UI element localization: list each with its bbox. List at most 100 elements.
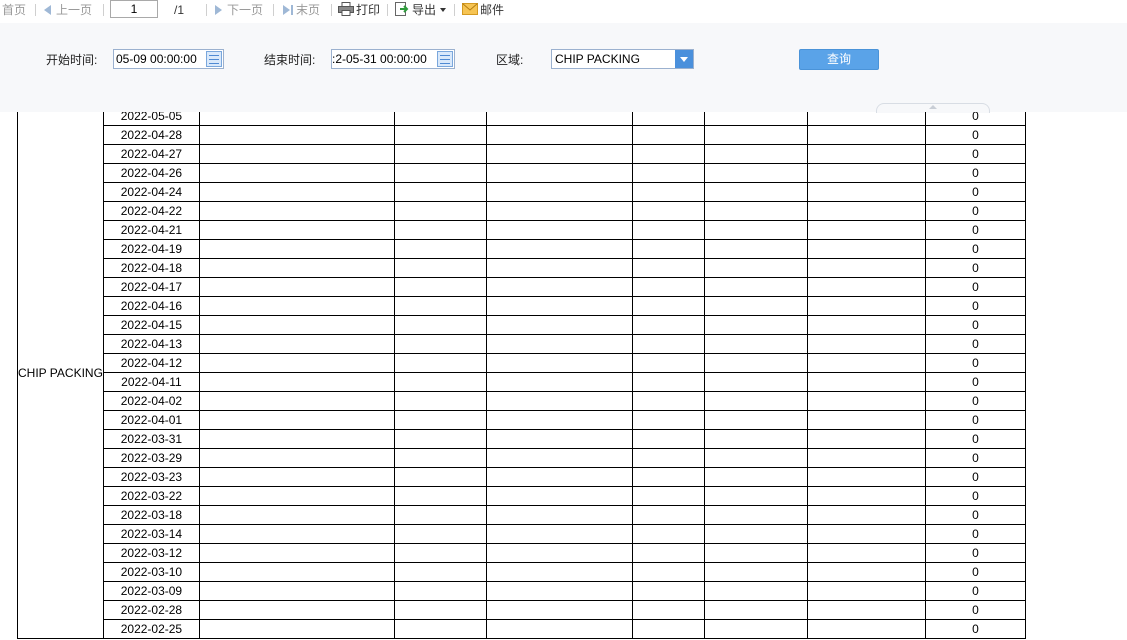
empty-cell — [806, 220, 926, 240]
calendar-icon[interactable] — [437, 51, 453, 67]
empty-cell — [703, 486, 808, 506]
empty-cell — [703, 448, 808, 468]
table-row: 2022-04-18 0 — [18, 258, 1026, 278]
export-button[interactable]: 导出 — [395, 0, 447, 20]
empty-cell — [198, 112, 395, 126]
empty-cell — [393, 239, 487, 259]
report-table-viewport[interactable]: CHIP PACKING 2022-05-05 0 2022-04-28 0 2022-0… — [0, 112, 1127, 640]
date-cell: 2022-02-28 — [102, 600, 200, 620]
empty-cell — [198, 296, 395, 316]
empty-cell — [806, 391, 926, 411]
empty-cell — [485, 112, 633, 126]
date-cell: 2022-04-24 — [102, 182, 200, 202]
empty-cell — [806, 581, 926, 601]
empty-cell — [393, 277, 487, 297]
table-row: 2022-04-01 0 — [18, 410, 1026, 430]
empty-cell — [198, 524, 395, 544]
empty-cell — [703, 524, 808, 544]
empty-cell — [631, 163, 705, 183]
empty-cell — [485, 125, 633, 145]
empty-cell — [806, 543, 926, 563]
date-cell: 2022-04-28 — [102, 125, 200, 145]
dropdown-arrow-icon[interactable] — [675, 50, 693, 68]
mail-button[interactable]: 邮件 — [462, 0, 504, 20]
empty-cell — [631, 315, 705, 335]
empty-cell — [198, 410, 395, 430]
empty-cell — [631, 239, 705, 259]
empty-cell — [806, 163, 926, 183]
empty-cell — [198, 258, 395, 278]
empty-cell — [631, 296, 705, 316]
date-cell: 2022-04-13 — [102, 334, 200, 354]
empty-cell — [631, 410, 705, 430]
empty-cell — [806, 334, 926, 354]
empty-cell — [631, 220, 705, 240]
date-cell: 2022-03-18 — [102, 505, 200, 525]
empty-cell — [198, 619, 395, 639]
empty-cell — [393, 112, 487, 126]
value-cell: 0 — [924, 600, 1026, 620]
empty-cell — [703, 144, 808, 164]
empty-cell — [393, 220, 487, 240]
table-row: 2022-03-12 0 — [18, 543, 1026, 563]
empty-cell — [631, 505, 705, 525]
area-select[interactable]: CHIP PACKING — [551, 49, 694, 69]
empty-cell — [393, 334, 487, 354]
print-button[interactable]: 打印 — [338, 0, 380, 20]
table-row: 2022-04-11 0 — [18, 372, 1026, 392]
empty-cell — [393, 581, 487, 601]
empty-cell — [806, 353, 926, 373]
prev-page-button[interactable]: 上一页 — [44, 0, 92, 20]
table-row: 2022-03-10 0 — [18, 562, 1026, 582]
table-row: 2022-04-12 0 — [18, 353, 1026, 373]
area-cell: CHIP PACKING — [17, 112, 104, 639]
date-cell: 2022-04-15 — [102, 315, 200, 335]
empty-cell — [485, 258, 633, 278]
empty-cell — [393, 486, 487, 506]
end-time-value: :2-05-31 00:00:00 — [332, 52, 427, 66]
page-number-input[interactable] — [110, 0, 158, 18]
table-row: 2022-03-31 0 — [18, 429, 1026, 449]
empty-cell — [393, 448, 487, 468]
calendar-icon[interactable] — [206, 51, 222, 67]
value-cell: 0 — [924, 486, 1026, 506]
table-row: 2022-03-14 0 — [18, 524, 1026, 544]
table-row: 2022-04-27 0 — [18, 144, 1026, 164]
empty-cell — [631, 600, 705, 620]
start-time-value: 05-09 00:00:00 — [116, 52, 197, 66]
empty-cell — [198, 182, 395, 202]
table-row: 2022-04-02 0 — [18, 391, 1026, 411]
empty-cell — [485, 467, 633, 487]
date-cell: 2022-03-09 — [102, 581, 200, 601]
value-cell: 0 — [924, 277, 1026, 297]
empty-cell — [806, 372, 926, 392]
first-page-button[interactable]: 首页 — [2, 0, 26, 20]
date-cell: 2022-03-12 — [102, 543, 200, 563]
query-button[interactable]: 查询 — [799, 49, 879, 70]
next-page-button[interactable]: 下一页 — [215, 0, 263, 20]
empty-cell — [485, 144, 633, 164]
table-row: 2022-03-18 0 — [18, 505, 1026, 525]
filter-panel: 开始时间: 05-09 00:00:00 结束时间: :2-05-31 00:0… — [0, 23, 1127, 113]
empty-cell — [393, 125, 487, 145]
toolbar-divider — [103, 4, 104, 16]
empty-cell — [485, 372, 633, 392]
empty-cell — [806, 486, 926, 506]
value-cell: 0 — [924, 543, 1026, 563]
empty-cell — [806, 182, 926, 202]
empty-cell — [631, 334, 705, 354]
empty-cell — [393, 258, 487, 278]
value-cell: 0 — [924, 315, 1026, 335]
empty-cell — [806, 524, 926, 544]
end-time-field[interactable]: :2-05-31 00:00:00 — [331, 49, 455, 69]
last-page-button[interactable]: 末页 — [283, 0, 320, 20]
empty-cell — [631, 448, 705, 468]
date-cell: 2022-04-27 — [102, 144, 200, 164]
empty-cell — [485, 277, 633, 297]
value-cell: 0 — [924, 619, 1026, 639]
empty-cell — [631, 486, 705, 506]
export-dropdown-icon — [440, 8, 447, 12]
toolbar-divider — [387, 4, 388, 16]
start-time-field[interactable]: 05-09 00:00:00 — [113, 49, 224, 69]
date-cell: 2022-04-26 — [102, 163, 200, 183]
